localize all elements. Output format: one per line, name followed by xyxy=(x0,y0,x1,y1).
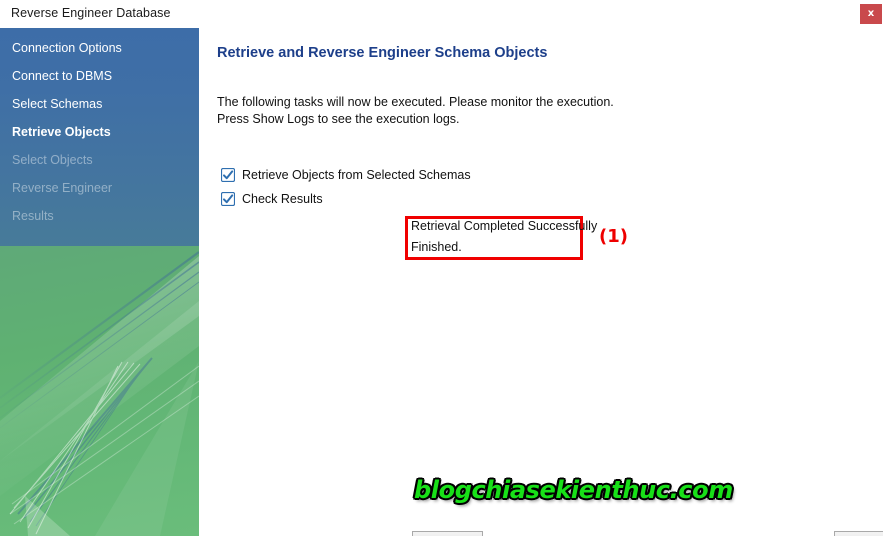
status-line-2: Finished. xyxy=(411,240,462,254)
task-row: Check Results xyxy=(220,187,471,211)
checked-checkbox-icon xyxy=(220,191,236,207)
close-icon[interactable]: x xyxy=(860,4,882,24)
wizard-sidebar: Connection Options Connect to DBMS Selec… xyxy=(0,28,199,536)
title-bar: Reverse Engineer Database x xyxy=(0,0,883,28)
sidebar-item-retrieve-objects[interactable]: Retrieve Objects xyxy=(0,118,199,146)
close-glyph: x xyxy=(867,8,875,19)
intro-text: The following tasks will now be executed… xyxy=(217,94,614,128)
sidebar-item-reverse-engineer: Reverse Engineer xyxy=(12,181,113,195)
status-message: Retrieval Completed Successfully Finishe… xyxy=(411,219,597,257)
sidebar-decorative-artwork xyxy=(0,246,199,536)
show-logs-button[interactable]: Show Logs xyxy=(412,531,483,536)
task-label: Retrieve Objects from Selected Schemas xyxy=(242,168,471,182)
sidebar-item-select-objects: Select Objects xyxy=(12,153,93,167)
watermark-text: blogchiasekienthuc.com xyxy=(414,476,733,504)
back-button[interactable]: Back xyxy=(834,531,883,536)
reverse-engineer-database-wizard: Reverse Engineer Database x Connection O… xyxy=(0,0,883,536)
sidebar-item-select-schemas[interactable]: Select Schemas xyxy=(0,90,199,118)
wizard-content-panel: Retrieve and Reverse Engineer Schema Obj… xyxy=(199,28,883,536)
window-title: Reverse Engineer Database xyxy=(11,6,171,20)
sidebar-item-connect-to-dbms[interactable]: Connect to DBMS xyxy=(0,62,199,90)
intro-line-2: Press Show Logs to see the execution log… xyxy=(217,112,460,126)
page-title: Retrieve and Reverse Engineer Schema Obj… xyxy=(217,45,548,61)
wizard-step-list: Connection Options Connect to DBMS Selec… xyxy=(0,28,199,230)
task-list: Retrieve Objects from Selected Schemas C… xyxy=(220,163,471,211)
task-row: Retrieve Objects from Selected Schemas xyxy=(220,163,471,187)
sidebar-item-connection-options[interactable]: Connection Options xyxy=(0,34,199,62)
status-line-1: Retrieval Completed Successfully xyxy=(411,219,598,233)
intro-line-1: The following tasks will now be executed… xyxy=(217,95,614,109)
annotation-marker-1: (1) xyxy=(599,226,628,247)
checked-checkbox-icon xyxy=(220,167,236,183)
sidebar-item-results: Results xyxy=(12,209,54,223)
task-label: Check Results xyxy=(242,192,323,206)
